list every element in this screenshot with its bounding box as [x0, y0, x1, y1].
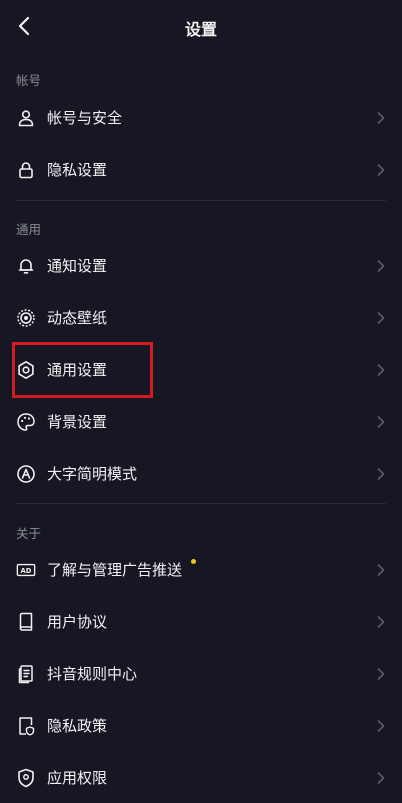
- document-shield-icon: [16, 716, 36, 736]
- section-divider: [16, 200, 386, 201]
- menu-item-label: 隐私政策: [47, 717, 108, 735]
- lock-icon: [16, 160, 36, 180]
- chevron-right-icon: [377, 772, 385, 784]
- live-wallpaper-icon: [16, 308, 36, 328]
- chevron-right-icon: [377, 164, 385, 176]
- menu-item-label: 抖音规则中心: [47, 665, 138, 683]
- menu-item-label: 背景设置: [47, 413, 108, 431]
- section-divider: [16, 503, 386, 504]
- menu-item-live-wallpaper[interactable]: 动态壁纸: [0, 293, 402, 343]
- shield-icon: [16, 768, 36, 788]
- menu-item-label: 用户协议: [47, 613, 108, 631]
- section-title-about: 关于: [16, 526, 42, 541]
- font-a-icon: [16, 464, 36, 484]
- menu-item-ad-management[interactable]: AD 了解与管理广告推送: [0, 545, 402, 595]
- highlight-box: [12, 342, 153, 398]
- new-badge-dot: [191, 559, 196, 564]
- document-list-icon: [16, 664, 36, 684]
- chevron-right-icon: [377, 112, 385, 124]
- menu-item-app-permissions[interactable]: 应用权限: [0, 753, 402, 803]
- chevron-right-icon: [377, 616, 385, 628]
- header-bar: 设置: [0, 0, 402, 56]
- chevron-right-icon: [377, 364, 385, 376]
- bell-icon: [16, 256, 36, 276]
- chevron-right-icon: [377, 416, 385, 428]
- menu-item-rules-center[interactable]: 抖音规则中心: [0, 649, 402, 699]
- menu-item-label: 通知设置: [47, 257, 108, 275]
- chevron-right-icon: [377, 720, 385, 732]
- ad-icon: AD: [16, 560, 36, 580]
- chevron-right-icon: [377, 312, 385, 324]
- chevron-right-icon: [377, 260, 385, 272]
- menu-item-label: 动态壁纸: [47, 309, 108, 327]
- chevron-right-icon: [377, 564, 385, 576]
- section-title-general: 通用: [16, 222, 42, 237]
- menu-item-privacy-settings[interactable]: 隐私设置: [0, 145, 402, 195]
- page-title: 设置: [184, 20, 217, 39]
- menu-item-label: 帐号与安全: [47, 109, 123, 127]
- section-title-account: 帐号: [16, 73, 42, 88]
- menu-item-notification-settings[interactable]: 通知设置: [0, 241, 402, 291]
- menu-item-user-agreement[interactable]: 用户协议: [0, 597, 402, 647]
- user-icon: [16, 108, 36, 128]
- menu-item-background-settings[interactable]: 背景设置: [0, 397, 402, 447]
- menu-item-label: 隐私设置: [47, 161, 108, 179]
- svg-text:AD: AD: [21, 567, 32, 575]
- menu-item-label: 了解与管理广告推送: [47, 561, 183, 579]
- chevron-right-icon: [377, 468, 385, 480]
- menu-item-large-font-mode[interactable]: 大字简明模式: [0, 449, 402, 499]
- chevron-right-icon: [377, 668, 385, 680]
- menu-item-label: 应用权限: [47, 769, 108, 787]
- menu-item-privacy-policy[interactable]: 隐私政策: [0, 701, 402, 751]
- menu-item-label: 大字简明模式: [47, 465, 138, 483]
- menu-item-account-security[interactable]: 帐号与安全: [0, 93, 402, 143]
- palette-icon: [16, 412, 36, 432]
- book-icon: [16, 612, 36, 632]
